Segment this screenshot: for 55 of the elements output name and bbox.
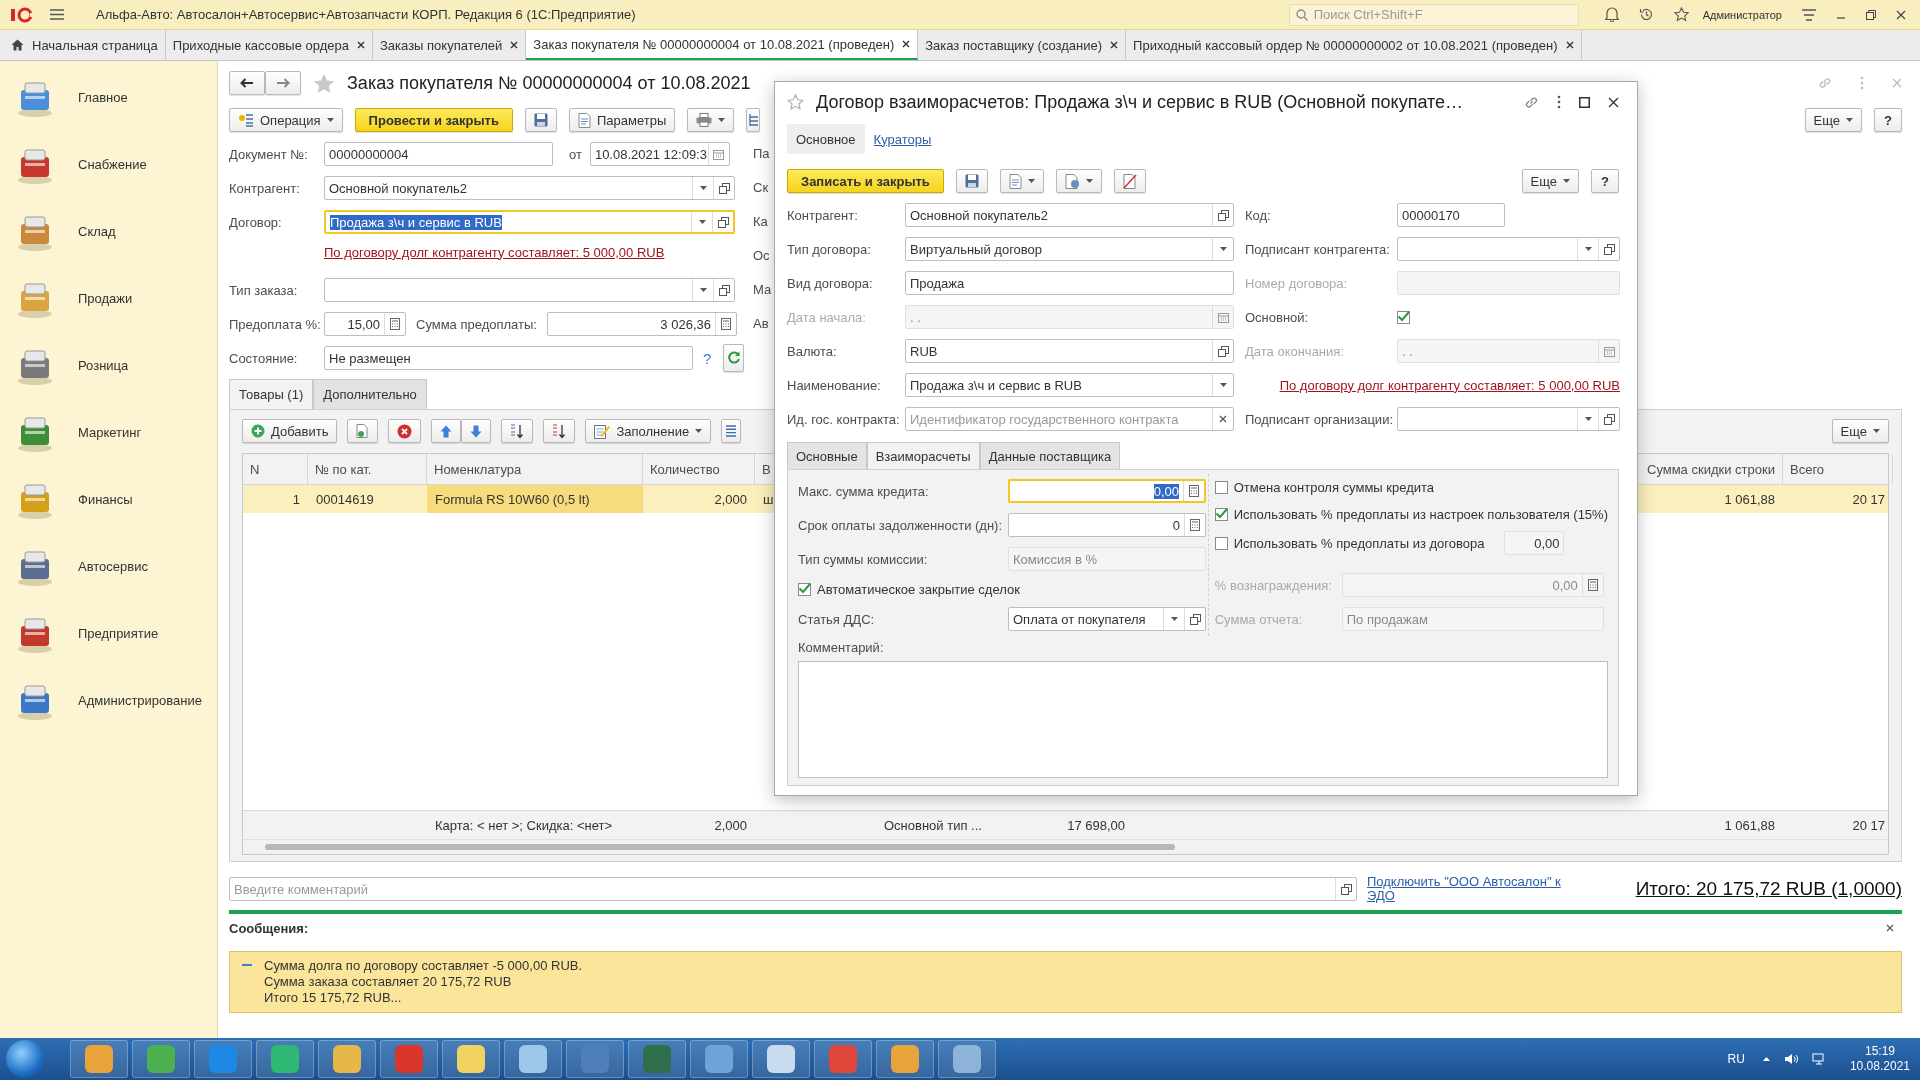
field-label: Контрагент: bbox=[787, 207, 859, 223]
table-cell-text: 2,000 bbox=[713, 816, 748, 835]
field-label: Ав bbox=[753, 315, 770, 333]
field-label: Комментарий: bbox=[798, 640, 885, 656]
field-label: Сумма предоплаты: bbox=[416, 316, 537, 332]
field-label: Контрагент: bbox=[229, 180, 301, 196]
field-label: Па bbox=[753, 145, 771, 163]
field-label: от bbox=[569, 146, 582, 162]
field-label: Ид. гос. контракта: bbox=[787, 411, 901, 427]
message-text: Сумма заказа составляет 20 175,72 RUB bbox=[264, 974, 513, 990]
field-label: Тип договора: bbox=[787, 241, 872, 257]
table-cell-text: 17 698,00 bbox=[1066, 816, 1126, 835]
field-label: Валюта: bbox=[787, 343, 838, 359]
field-label: Ка bbox=[753, 213, 769, 231]
field-label: Документ №: bbox=[229, 146, 309, 162]
messages-title: Сообщения: bbox=[229, 920, 309, 936]
message-text: Сумма долга по договору составляет -5 000,00 RUB. bbox=[264, 958, 583, 974]
window-title: Альфа-Авто: Автосалон+Автосервис+Автозапчасти КОРП. Редакция 6 (1С:Предприятие) bbox=[96, 7, 636, 22]
field-label: Дата начала: bbox=[787, 309, 867, 325]
table-cell-text: 1 061,88 bbox=[1723, 816, 1776, 835]
field-label: Сумма отчета: bbox=[1214, 611, 1304, 627]
field-label: Код: bbox=[1245, 207, 1272, 223]
table-cell-text: ш bbox=[762, 490, 775, 509]
table-cell-text: 20 17 bbox=[1851, 490, 1886, 509]
field-label: Статья ДДС: bbox=[798, 611, 876, 627]
table-cell: Formula RS 10W60 (0,5 lt) bbox=[427, 485, 643, 513]
form-title: Заказ покупателя № 00000000004 от 10.08.2021 bbox=[347, 72, 751, 94]
field-label: Подписант организации: bbox=[1245, 411, 1394, 427]
field-label: % вознаграждения: bbox=[1214, 577, 1333, 593]
table-cell-text: 1 061,88 bbox=[1723, 490, 1776, 509]
field-label: Договор: bbox=[229, 214, 283, 230]
order-total: Итого: 20 175,72 RUB (1,0000) bbox=[1635, 878, 1902, 900]
field-label: Номер договора: bbox=[1245, 275, 1349, 291]
table-cell-text: Карта: < нет >; Скидка: <нет> bbox=[434, 816, 614, 835]
field-label: Ск bbox=[753, 179, 770, 197]
field-label: Дата окончания: bbox=[1245, 343, 1345, 359]
table-cell-text: 1 bbox=[291, 490, 301, 509]
message-text: Итого 15 175,72 RUB... bbox=[264, 990, 403, 1006]
field-label: Состояние: bbox=[229, 350, 299, 366]
table-cell-text: Основной тип ... bbox=[883, 816, 983, 835]
field-label: Срок оплаты задолженности (дн): bbox=[798, 517, 1004, 533]
dialog-title: Договор взаиморасчетов: Продажа з\ч и сервис в RUB (Основной покупате… bbox=[816, 91, 1464, 113]
field-label: Тип суммы комиссии: bbox=[798, 551, 929, 567]
field-label: Наименование: bbox=[787, 377, 882, 393]
field-label: Ма bbox=[753, 281, 772, 299]
field-label: Предоплата %: bbox=[229, 316, 322, 332]
table-cell-text: 20 17 bbox=[1851, 816, 1886, 835]
field-label: Ос bbox=[753, 247, 771, 265]
field-label: Тип заказа: bbox=[229, 282, 299, 298]
field-label: Основной: bbox=[1245, 309, 1310, 325]
field-label: Подписант контрагента: bbox=[1245, 241, 1391, 257]
table-cell-text: 2,000 bbox=[713, 490, 748, 509]
table-cell-text: 00014619 bbox=[315, 490, 375, 509]
field-label: Макс. сумма кредита: bbox=[798, 483, 930, 499]
field-label: Вид договора: bbox=[787, 275, 874, 291]
